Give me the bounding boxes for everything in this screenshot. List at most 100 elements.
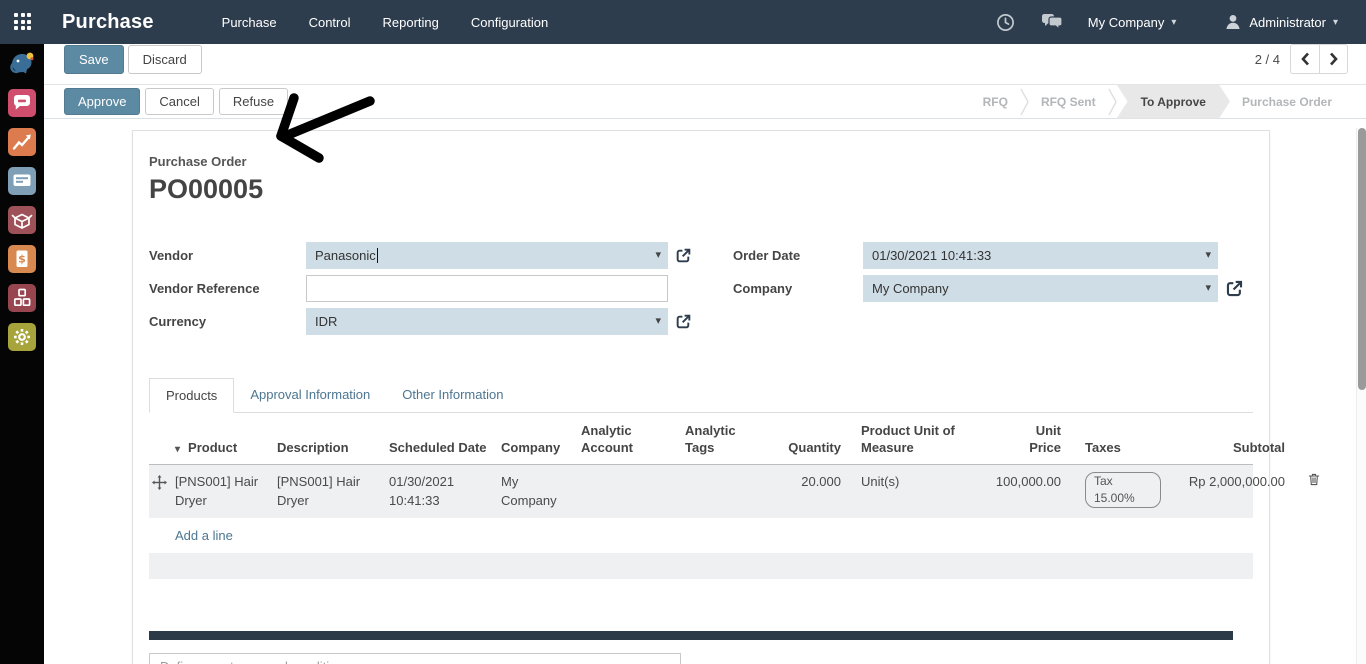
company-label: Company (706, 281, 863, 296)
currency-field[interactable]: IDR ▾ (306, 308, 668, 335)
column-scheduled-date[interactable]: Scheduled Date (389, 440, 501, 464)
dropdown-caret-icon: ▾ (1205, 281, 1211, 294)
table-row[interactable]: [PNS001] Hair Dryer [PNS001] Hair Dryer … (149, 465, 1253, 518)
chevron-down-icon: ▾ (1171, 17, 1176, 28)
cell-scheduled-date[interactable]: 01/30/2021 10:41:33 (389, 472, 501, 511)
pgadmin-icon[interactable] (8, 50, 36, 78)
svg-text:$: $ (18, 253, 26, 266)
manufacturing-cubes-icon[interactable] (8, 284, 36, 312)
chevron-down-icon: ▾ (1333, 17, 1338, 28)
user-menu[interactable]: Administrator ▾ (1218, 7, 1344, 37)
settings-gear-icon[interactable] (8, 323, 36, 351)
add-a-line-link[interactable]: Add a line (175, 528, 233, 543)
user-avatar-icon (1224, 13, 1242, 31)
document-type-label: Purchase Order (149, 154, 1253, 169)
top-navbar: Purchase Purchase Control Reporting Conf… (0, 0, 1366, 44)
refuse-button[interactable]: Refuse (219, 88, 288, 115)
inventory-box-icon[interactable] (8, 206, 36, 234)
vertical-scrollbar[interactable] (1356, 128, 1366, 664)
approve-button[interactable]: Approve (64, 88, 140, 115)
column-description[interactable]: Description (277, 440, 389, 464)
pager-previous-button[interactable] (1291, 45, 1319, 73)
step-separator-icon (1020, 87, 1029, 117)
section-separator-bar (149, 631, 1233, 640)
company-switcher[interactable]: My Company ▾ (1082, 9, 1183, 36)
statusbar-steps: RFQ RFQ Sent To Approve Purchase Order (971, 85, 1366, 119)
notebook-tabs: Products Approval Information Other Info… (149, 378, 1253, 413)
tab-approval-information[interactable]: Approval Information (234, 378, 386, 412)
vendor-reference-field[interactable] (306, 275, 668, 302)
currency-label: Currency (149, 314, 306, 329)
statusbar-row: Approve Cancel Refuse RFQ RFQ Sent To Ap… (44, 84, 1366, 119)
crm-chart-icon[interactable] (8, 128, 36, 156)
messages-chat-icon[interactable] (1033, 9, 1072, 35)
vendor-reference-label: Vendor Reference (149, 281, 306, 296)
step-to-approve[interactable]: To Approve (1117, 85, 1230, 119)
vendor-label: Vendor (149, 248, 306, 263)
form-sheet: Purchase Order PO00005 Vendor Panasonic … (132, 130, 1270, 664)
cell-uom[interactable]: Unit(s) (855, 472, 983, 492)
chevron-left-icon (1299, 51, 1312, 67)
tab-products[interactable]: Products (149, 378, 234, 413)
menu-control[interactable]: Control (297, 2, 363, 43)
sort-descending-icon[interactable]: ▾ (175, 443, 180, 456)
drag-handle-icon[interactable] (149, 472, 175, 496)
cell-unit-price[interactable]: 100,000.00 (983, 472, 1075, 492)
scrollbar-thumb[interactable] (1358, 128, 1366, 390)
table-header-row: ▾ Product Description Scheduled Date Comp… (149, 423, 1253, 465)
menu-purchase[interactable]: Purchase (210, 2, 289, 43)
column-product[interactable]: Product (188, 440, 237, 455)
text-cursor (377, 248, 378, 263)
column-taxes[interactable]: Taxes (1075, 440, 1175, 464)
discuss-icon[interactable] (8, 89, 36, 117)
cell-subtotal[interactable]: Rp 2,000,000.00 (1175, 472, 1299, 492)
dropdown-caret-icon: ▾ (655, 248, 661, 261)
point-of-sale-icon[interactable] (8, 167, 36, 195)
save-button[interactable]: Save (64, 45, 124, 74)
column-company[interactable]: Company (501, 440, 581, 464)
pager-next-button[interactable] (1319, 45, 1347, 73)
cell-company[interactable]: My Company (501, 472, 581, 511)
company-external-link-icon[interactable] (1225, 279, 1244, 298)
column-uom[interactable]: Product Unit of Measure (861, 423, 969, 457)
tax-badge[interactable]: Tax 15.00% (1085, 472, 1161, 508)
column-analytic-tags[interactable]: Analytic Tags (685, 423, 749, 457)
form-action-row: Save Discard 2 / 4 (44, 44, 1366, 74)
activities-clock-icon[interactable] (988, 9, 1023, 36)
column-quantity[interactable]: Quantity (781, 440, 855, 464)
pager-count: 2 / 4 (1255, 52, 1280, 67)
vendor-external-link-icon[interactable] (675, 247, 692, 264)
empty-line-strip (149, 553, 1253, 579)
order-lines-table: ▾ Product Description Scheduled Date Comp… (149, 423, 1253, 579)
page-title: PO00005 (149, 174, 1253, 205)
step-rfq[interactable]: RFQ (971, 85, 1020, 119)
step-rfq-sent[interactable]: RFQ Sent (1029, 85, 1108, 119)
menu-configuration[interactable]: Configuration (459, 2, 560, 43)
chevron-right-icon (1327, 51, 1340, 67)
order-date-field[interactable]: 01/30/2021 10:41:33 ▾ (863, 242, 1218, 269)
invoicing-document-icon[interactable]: $ (8, 245, 36, 273)
currency-external-link-icon[interactable] (675, 313, 692, 330)
column-analytic-account[interactable]: Analytic Account (581, 423, 651, 457)
order-date-label: Order Date (706, 248, 863, 263)
vendor-field[interactable]: Panasonic ▾ (306, 242, 668, 269)
top-menu: Purchase Control Reporting Configuration (210, 2, 561, 43)
terms-and-conditions-field[interactable]: Define your terms and conditions ... (149, 653, 681, 664)
step-purchase-order[interactable]: Purchase Order (1230, 85, 1344, 119)
column-subtotal[interactable]: Subtotal (1175, 440, 1299, 464)
tab-other-information[interactable]: Other Information (386, 378, 519, 412)
menu-reporting[interactable]: Reporting (371, 2, 451, 43)
desktop-dock: $ (0, 44, 44, 664)
apps-grid-icon[interactable] (14, 13, 32, 31)
column-unit-price[interactable]: Unit Price (1019, 423, 1061, 457)
delete-line-trash-icon[interactable] (1299, 472, 1329, 493)
discard-button[interactable]: Discard (128, 45, 202, 74)
cancel-button[interactable]: Cancel (145, 88, 213, 115)
record-pager: 2 / 4 (1255, 44, 1348, 74)
cell-description[interactable]: [PNS001] Hair Dryer (277, 472, 389, 511)
company-field[interactable]: My Company ▾ (863, 275, 1218, 302)
cell-quantity[interactable]: 20.000 (781, 472, 855, 492)
step-separator-icon (1108, 87, 1117, 117)
dropdown-caret-icon: ▾ (655, 314, 661, 327)
cell-product[interactable]: [PNS001] Hair Dryer (175, 472, 277, 511)
